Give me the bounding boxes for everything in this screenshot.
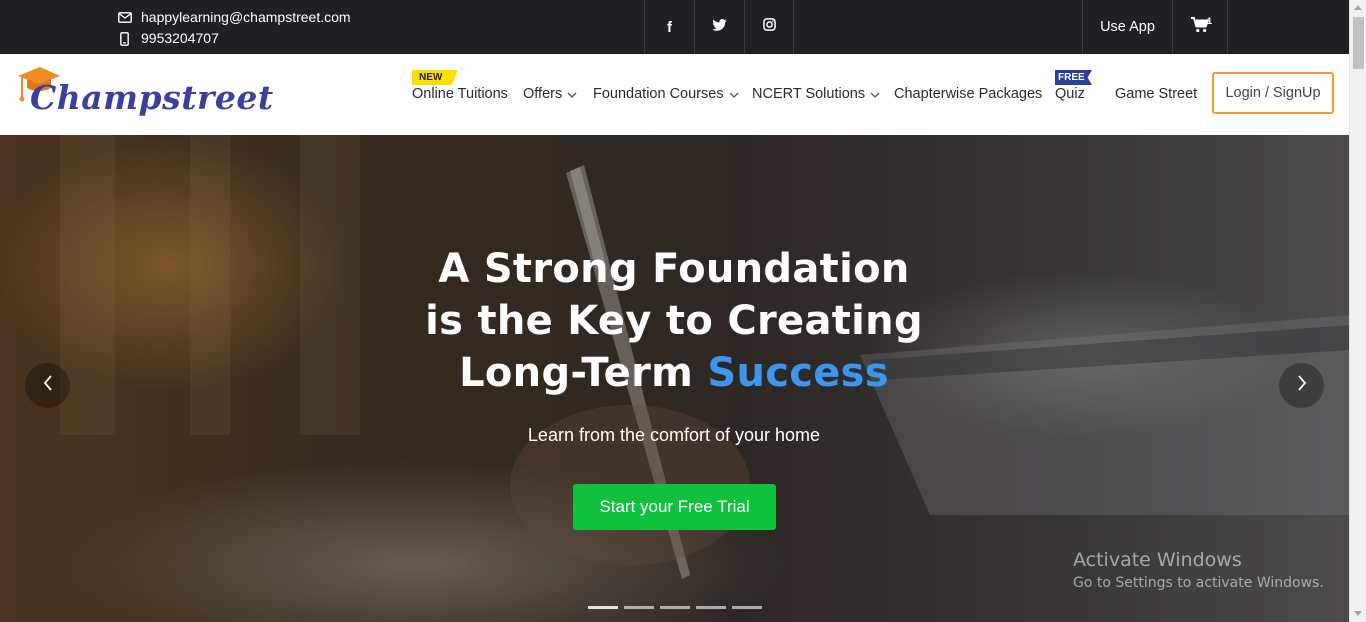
cart-count-badge: 1 (1207, 16, 1213, 26)
hero-carousel: A Strong Foundation is the Key to Creati… (0, 135, 1349, 622)
phone-text[interactable]: 9953204707 (141, 28, 219, 49)
logo-text: Champstreet (30, 78, 274, 117)
email-text[interactable]: happylearning@champstreet.com (141, 7, 351, 28)
hero-headline-line1: A Strong Foundation (438, 246, 910, 292)
new-badge: NEW (412, 70, 458, 85)
use-app-button[interactable]: Use App (1082, 0, 1172, 54)
hero-subtitle: Learn from the comfort of your home (527, 425, 821, 445)
nav-label: Quiz (1055, 86, 1085, 102)
carousel-indicator[interactable] (696, 606, 726, 609)
nav-foundation-courses[interactable]: Foundation Courses (593, 86, 739, 102)
windows-activation-watermark: Activate Windows Go to Settings to activ… (1073, 549, 1324, 591)
nav-label: NCERT Solutions (752, 86, 866, 102)
envelope-icon (118, 12, 132, 23)
carousel-indicator[interactable] (588, 606, 618, 609)
nav-label: Online Tuitions (412, 86, 508, 102)
watermark-title: Activate Windows (1073, 549, 1242, 571)
nav-label: Foundation Courses (593, 86, 724, 102)
mobile-icon (118, 31, 132, 46)
nav-game-street[interactable]: Game Street (1115, 86, 1197, 102)
login-label: Login / SignUp (1225, 85, 1321, 101)
chevron-down-icon (729, 86, 739, 102)
carousel-prev-button[interactable] (25, 363, 70, 408)
chevron-down-icon (870, 86, 880, 102)
phone-row[interactable]: 9953204707 (118, 28, 351, 49)
carousel-indicator[interactable] (732, 606, 762, 609)
cta-label: Start your Free Trial (599, 497, 750, 516)
watermark-subtitle: Go to Settings to activate Windows. (1073, 575, 1324, 591)
nav-online-tuitions[interactable]: Online Tuitions (412, 86, 508, 102)
email-row[interactable]: happylearning@champstreet.com (118, 7, 351, 28)
top-bar: happylearning@champstreet.com 9953204707… (0, 0, 1349, 54)
chevron-down-icon (567, 86, 577, 102)
top-actions: Use App 1 (1082, 0, 1228, 54)
start-free-trial-button[interactable]: Start your Free Trial (573, 484, 776, 530)
free-badge: FREE (1055, 70, 1092, 85)
scroll-up-arrow-icon[interactable] (1354, 5, 1362, 10)
facebook-icon: f (667, 18, 672, 36)
instagram-button[interactable] (744, 0, 794, 54)
nav-label: Offers (523, 86, 563, 102)
nav-quiz[interactable]: Quiz (1055, 86, 1085, 102)
social-links: f (644, 0, 794, 54)
hero-headline-line3: Long-Term Success (330, 347, 1018, 399)
carousel-indicators (588, 606, 762, 609)
carousel-indicator[interactable] (624, 606, 654, 609)
nav-ncert-solutions[interactable]: NCERT Solutions (752, 86, 880, 102)
contact-info: happylearning@champstreet.com 9953204707 (118, 7, 351, 49)
cart-button[interactable]: 1 (1172, 0, 1228, 54)
hero-headline-line3-prefix: Long-Term (459, 350, 694, 396)
nav-label: Game Street (1115, 86, 1198, 102)
nav-chapterwise-packages[interactable]: Chapterwise Packages (894, 86, 1042, 102)
carousel-indicator[interactable] (660, 606, 690, 609)
vertical-scrollbar[interactable] (1349, 0, 1366, 622)
hero-headline-accent: Success (707, 350, 889, 396)
champstreet-logo[interactable]: Champstreet (14, 64, 273, 128)
facebook-button[interactable]: f (644, 0, 694, 54)
main-navbar: Champstreet NEW Online Tuitions Offers F… (0, 54, 1349, 135)
nav-offers[interactable]: Offers (523, 86, 577, 102)
instagram-icon (762, 18, 776, 36)
carousel-next-button[interactable] (1279, 363, 1324, 408)
chevron-right-icon (1297, 375, 1307, 396)
hero-headline-line2: is the Key to Creating (425, 298, 923, 344)
use-app-label: Use App (1100, 19, 1155, 35)
twitter-icon (712, 18, 727, 36)
scroll-down-arrow-icon[interactable] (1354, 611, 1362, 616)
hero-headline: A Strong Foundation is the Key to Creati… (330, 243, 1018, 399)
scrollbar-thumb[interactable] (1353, 17, 1364, 69)
nav-label: Chapterwise Packages (894, 86, 1043, 102)
login-signup-button[interactable]: Login / SignUp (1212, 72, 1334, 114)
twitter-button[interactable] (694, 0, 744, 54)
chevron-left-icon (43, 375, 53, 396)
